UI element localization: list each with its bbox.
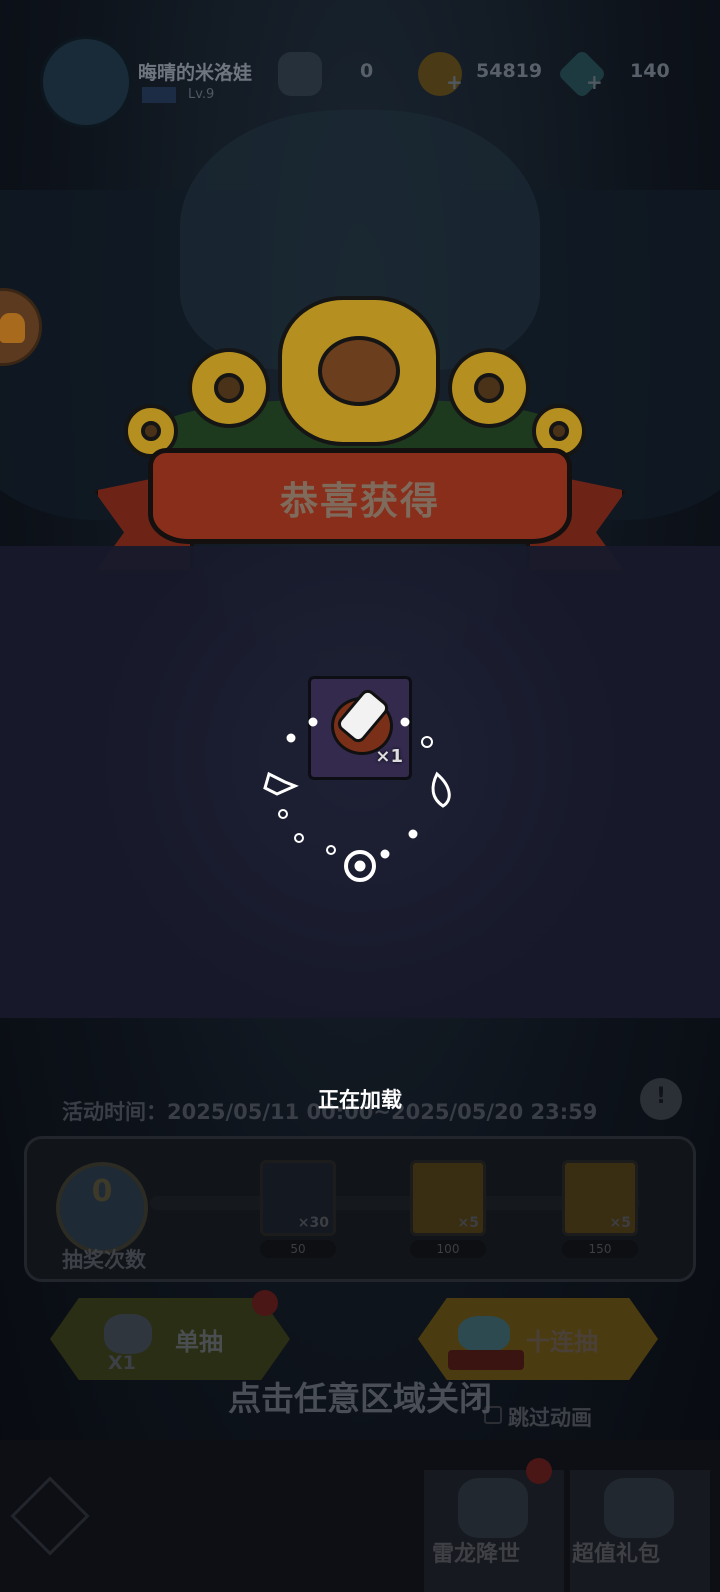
dragon-icon [458, 1478, 528, 1538]
wing-icon [278, 52, 322, 96]
event-icon [0, 313, 25, 343]
loading-text: 正在加载 [318, 1088, 402, 1112]
flower-decoration [188, 348, 270, 428]
wing-count: 0 [360, 60, 374, 82]
tab-label: 雷龙降世 [432, 1542, 521, 1567]
draw-count-label: 抽奖次数 [62, 1248, 146, 1272]
avatar[interactable] [40, 36, 132, 128]
notification-dot [526, 1458, 552, 1484]
notification-dot [252, 1290, 278, 1316]
milestone-qty: ×30 [297, 1215, 329, 1231]
milestone-reward[interactable]: ×5 [410, 1160, 486, 1236]
single-draw-cost: X1 [108, 1352, 136, 1374]
wing-icon [104, 1314, 152, 1354]
gem-count: 140 [630, 60, 670, 82]
big-flower-decoration [278, 296, 440, 446]
flower-decoration [448, 348, 530, 428]
reward-title: 恭喜获得 [279, 479, 440, 523]
ten-draw-label: 十连抽 [526, 1328, 598, 1356]
top-bar: 晦晴的米洛娃 Lv.9 0 + 54819 + 140 [0, 30, 720, 128]
milestone-reward[interactable]: ×30 [260, 1160, 336, 1236]
gold-count: 54819 [476, 60, 543, 82]
milestone-qty: ×5 [609, 1215, 631, 1231]
add-gold-icon[interactable]: + [446, 70, 463, 94]
milestone-threshold: 50 [260, 1240, 336, 1258]
gift-icon [604, 1478, 674, 1538]
tab-label: 超值礼包 [572, 1542, 661, 1567]
level-flag-icon [142, 87, 176, 103]
milestone-reward[interactable]: ×5 [562, 1160, 638, 1236]
diamond-icon [458, 1316, 510, 1352]
draw-count: 0 [91, 1174, 113, 1209]
loading-spinner-icon [263, 717, 451, 882]
milestone-threshold: 100 [410, 1240, 486, 1258]
milestone-qty: ×5 [457, 1215, 479, 1231]
price-tag [448, 1350, 524, 1370]
close-hint: 点击任意区域关闭 [228, 1379, 492, 1418]
single-draw-label: 单抽 [175, 1328, 223, 1356]
player-level: Lv.9 [188, 87, 215, 102]
player-name: 晦晴的米洛娃 [138, 62, 253, 84]
add-gem-icon[interactable]: + [586, 70, 603, 94]
milestone-threshold: 150 [562, 1240, 638, 1258]
